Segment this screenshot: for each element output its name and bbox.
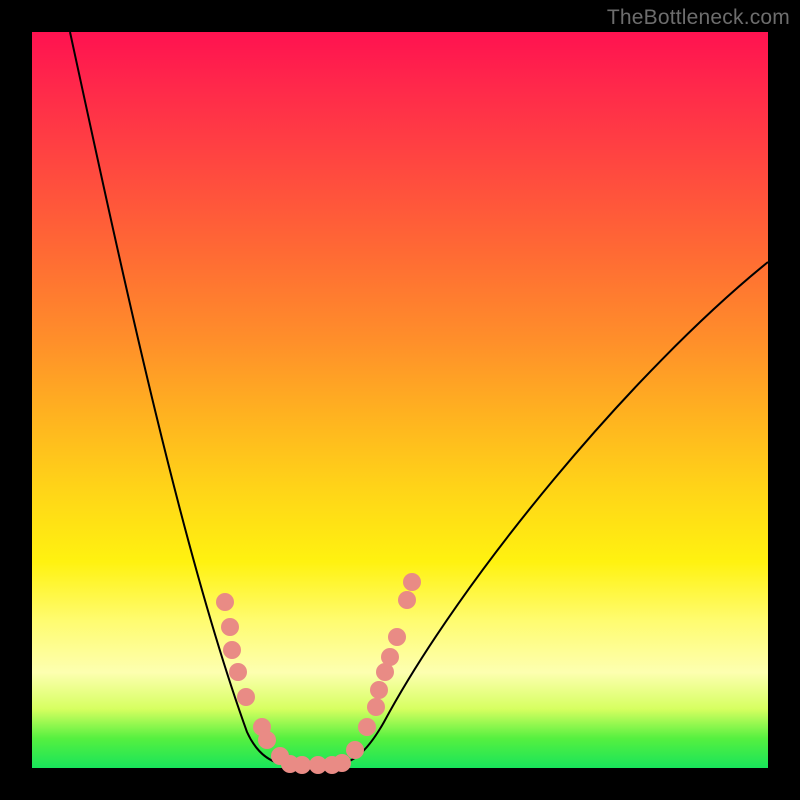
data-marker	[216, 593, 234, 611]
data-marker	[381, 648, 399, 666]
plot-area	[32, 32, 768, 768]
data-marker	[229, 663, 247, 681]
chart-frame: TheBottleneck.com	[0, 0, 800, 800]
data-marker	[370, 681, 388, 699]
data-marker	[221, 618, 239, 636]
curve-layer	[32, 32, 768, 768]
data-marker	[293, 756, 311, 774]
data-marker	[346, 741, 364, 759]
watermark-text: TheBottleneck.com	[607, 6, 790, 30]
data-marker	[333, 754, 351, 772]
curve-markers	[216, 573, 421, 774]
data-marker	[388, 628, 406, 646]
data-marker	[258, 731, 276, 749]
data-marker	[237, 688, 255, 706]
data-marker	[223, 641, 241, 659]
data-marker	[367, 698, 385, 716]
data-marker	[398, 591, 416, 609]
bottleneck-curve	[70, 32, 768, 765]
data-marker	[358, 718, 376, 736]
data-marker	[403, 573, 421, 591]
